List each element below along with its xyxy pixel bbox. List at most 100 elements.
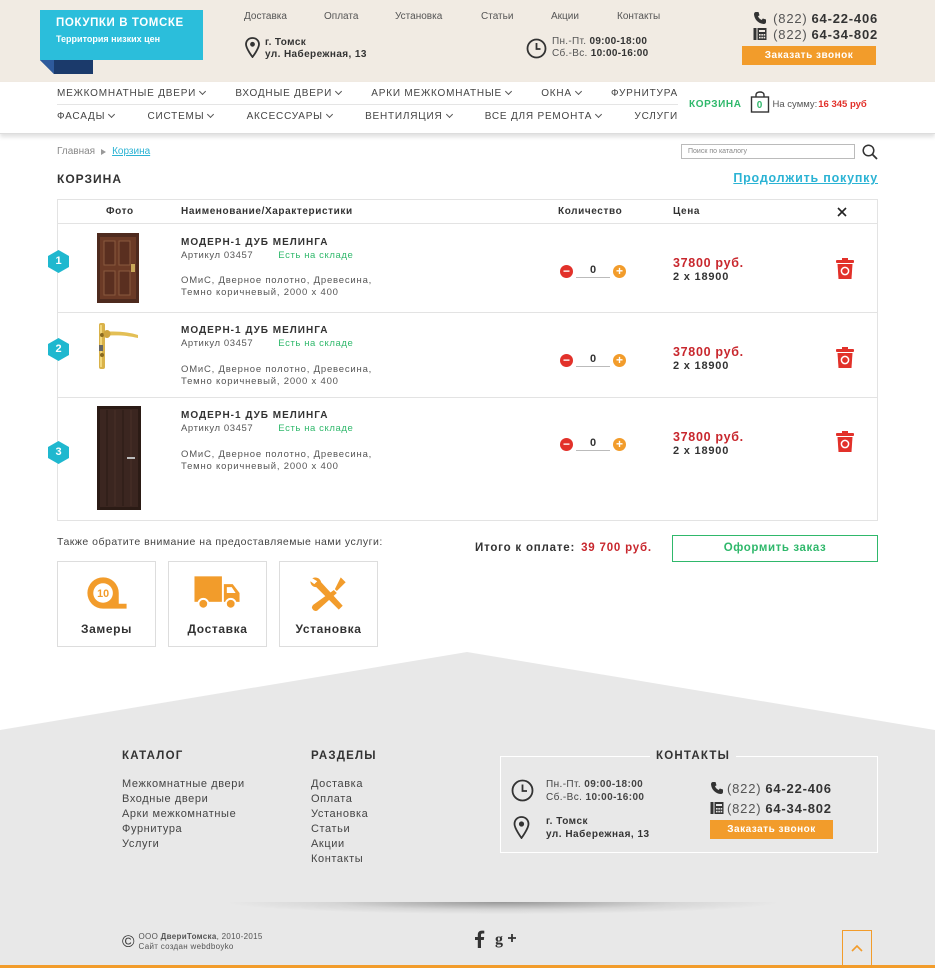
search-icon[interactable] <box>862 144 878 160</box>
product-image-entrance-door[interactable] <box>96 233 140 303</box>
total-value: 39 700 руб. <box>581 542 652 554</box>
row-price: 37800 руб. 2 x 18900 <box>673 256 744 283</box>
top-link-articles[interactable]: Статьи <box>481 11 551 22</box>
footer-link[interactable]: Акции <box>311 837 368 852</box>
row-number-badge: 3 <box>47 441 70 464</box>
scroll-to-top-button[interactable] <box>842 930 872 968</box>
service-label: Замеры <box>81 622 132 636</box>
facebook-icon[interactable] <box>473 930 485 948</box>
footer-link[interactable]: Входные двери <box>122 792 245 807</box>
phone-1[interactable]: (822) 64-22-406 <box>742 10 878 26</box>
fax-icon <box>753 28 767 40</box>
cart-sum-label: На сумму: <box>772 98 818 110</box>
google-plus-icon[interactable]: g <box>495 930 517 948</box>
tools-icon <box>310 577 346 612</box>
row-number-badge: 2 <box>47 338 70 361</box>
clear-cart-icon[interactable] <box>837 207 847 217</box>
breadcrumb-current[interactable]: Корзина <box>112 146 150 157</box>
total-label: Итого к оплате: <box>475 542 576 554</box>
footer-link[interactable]: Услуги <box>122 837 245 852</box>
product-image-interior-door[interactable] <box>97 406 141 510</box>
trash-icon[interactable] <box>835 258 855 280</box>
footer-link[interactable]: Арки межкомнатные <box>122 807 245 822</box>
footer-hours: Пн.-Пт. 09:00-18:00 Сб.-Вс. 10:00-16:00 <box>546 779 645 803</box>
header-name: Наименование/Характеристики <box>181 206 353 217</box>
top-link-delivery[interactable]: Доставка <box>244 11 324 22</box>
footer-order-call-button[interactable]: Заказать звонок <box>710 820 833 839</box>
phone-icon <box>711 782 723 794</box>
header-address: г. Томск ул. Набережная, 13 <box>245 37 367 61</box>
nav-item-hardware[interactable]: ФУРНИТУРА <box>611 88 678 99</box>
nav-item-renovation[interactable]: ВСЕ ДЛЯ РЕМОНТА <box>485 110 603 122</box>
row-total: 37800 руб. <box>673 430 744 444</box>
quantity-increase-button[interactable]: + <box>613 353 626 367</box>
map-pin-icon <box>513 816 530 839</box>
nav-item-entrance-doors[interactable]: ВХОДНЫЕ ДВЕРИ <box>235 87 343 99</box>
quantity-increase-button[interactable]: + <box>613 437 626 451</box>
footer-link[interactable]: Контакты <box>311 852 368 867</box>
quantity-decrease-button[interactable]: − <box>560 353 573 367</box>
product-name[interactable]: МОДЕРН-1 ДУБ МЕЛИНГА <box>181 410 328 421</box>
product-name[interactable]: МОДЕРН-1 ДУБ МЕЛИНГА <box>181 325 328 336</box>
top-link-promo[interactable]: Акции <box>551 11 617 22</box>
quantity-value[interactable]: 0 <box>576 437 610 451</box>
top-link-installation[interactable]: Установка <box>395 11 481 22</box>
footer-link[interactable]: Установка <box>311 807 368 822</box>
header-price: Цена <box>673 206 700 217</box>
nav-item-arches[interactable]: АРКИ МЕЖКОМНАТНЫЕ <box>371 87 513 99</box>
header-cart[interactable]: КОРЗИНА 0 На сумму: 16 345 руб <box>689 91 867 114</box>
logo[interactable]: ПОКУПКИ В ТОМСКЕ Территория низких цен <box>40 10 203 60</box>
quantity-decrease-button[interactable]: − <box>560 437 573 451</box>
trash-icon[interactable] <box>835 347 855 369</box>
footer-link[interactable]: Межкомнатные двери <box>122 777 245 792</box>
product-image-door-handle[interactable] <box>96 321 142 371</box>
footer-phone-2[interactable]: (822) 64-34-802 <box>710 798 838 818</box>
nav-item-services[interactable]: УСЛУГИ <box>634 111 678 122</box>
stock-status: Есть на складе <box>278 338 354 349</box>
footer-link[interactable]: Доставка <box>311 777 368 792</box>
service-card-delivery[interactable]: Доставка <box>168 561 267 647</box>
nav-row-1: МЕЖКОМНАТНЫЕ ДВЕРИ ВХОДНЫЕ ДВЕРИ АРКИ МЕ… <box>57 87 678 99</box>
hours-weekend: Сб.-Вс. 10:00-16:00 <box>552 48 649 59</box>
nav-item-interior-doors[interactable]: МЕЖКОМНАТНЫЕ ДВЕРИ <box>57 87 207 99</box>
service-card-measuring[interactable]: 10 Замеры <box>57 561 156 647</box>
phone-icon <box>754 12 767 24</box>
page-title: КОРЗИНА <box>57 172 122 186</box>
checkout-button[interactable]: Оформить заказ <box>672 535 878 562</box>
footer-sections-list: Доставка Оплата Установка Статьи Акции К… <box>311 777 368 867</box>
product-meta: Артикул 03457 Есть на складе <box>181 423 354 434</box>
nav-item-systems[interactable]: СИСТЕМЫ <box>147 110 215 122</box>
nav-item-windows[interactable]: ОКНА <box>541 87 582 99</box>
search-input[interactable]: Поиск по каталогу <box>681 144 855 159</box>
top-link-payment[interactable]: Оплата <box>324 11 395 22</box>
footer-divider-shadow <box>230 902 776 914</box>
continue-shopping-link[interactable]: Продолжить покупку <box>733 171 878 185</box>
clock-icon <box>526 38 547 58</box>
trash-icon[interactable] <box>835 431 855 453</box>
address-street: ул. Набережная, 13 <box>265 49 367 60</box>
row-calc: 2 x 18900 <box>673 271 730 283</box>
quantity-value[interactable]: 0 <box>576 353 610 367</box>
top-link-contacts[interactable]: Контакты <box>617 11 660 22</box>
row-calc: 2 x 18900 <box>673 445 730 457</box>
order-total: Итого к оплате: 39 700 руб. <box>475 542 652 554</box>
nav-item-facades[interactable]: ФАСАДЫ <box>57 110 116 122</box>
quantity-value[interactable]: 0 <box>576 264 610 278</box>
breadcrumb-home[interactable]: Главная <box>57 146 95 157</box>
service-card-installation[interactable]: Установка <box>279 561 378 647</box>
services-note: Также обратите внимание на предоставляем… <box>57 536 383 548</box>
nav-item-ventilation[interactable]: ВЕНТИЛЯЦИЯ <box>365 110 453 122</box>
footer-link[interactable]: Статьи <box>311 822 368 837</box>
phone-2[interactable]: (822) 64-34-802 <box>742 26 878 42</box>
footer-phone-1[interactable]: (822) 64-22-406 <box>710 778 838 798</box>
order-call-button[interactable]: Заказать звонок <box>742 46 876 65</box>
quantity-decrease-button[interactable]: − <box>560 264 573 278</box>
logo-title: ПОКУПКИ В ТОМСКЕ <box>56 17 184 29</box>
chevron-up-icon <box>851 944 863 952</box>
footer-link[interactable]: Фурнитура <box>122 822 245 837</box>
nav-item-accessories[interactable]: АКСЕССУАРЫ <box>247 110 333 122</box>
product-name[interactable]: МОДЕРН-1 ДУБ МЕЛИНГА <box>181 237 328 248</box>
quantity-increase-button[interactable]: + <box>613 264 626 278</box>
footer-link[interactable]: Оплата <box>311 792 368 807</box>
stock-status: Есть на складе <box>278 250 354 261</box>
